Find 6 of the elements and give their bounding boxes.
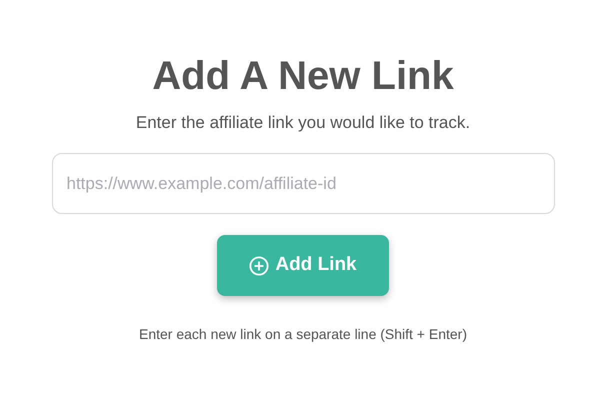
add-link-button[interactable]: Add Link — [217, 235, 389, 296]
link-input-field[interactable]: https://www.example.com/affiliate-id — [52, 153, 554, 214]
plus-circle-icon — [249, 256, 270, 276]
page-title: Add A New Link — [152, 53, 454, 100]
hint-text: Enter each new link on a separate line (Shift + Enter) — [138, 325, 467, 343]
subtitle: Enter the affiliate link you would like to track. — [136, 112, 470, 134]
